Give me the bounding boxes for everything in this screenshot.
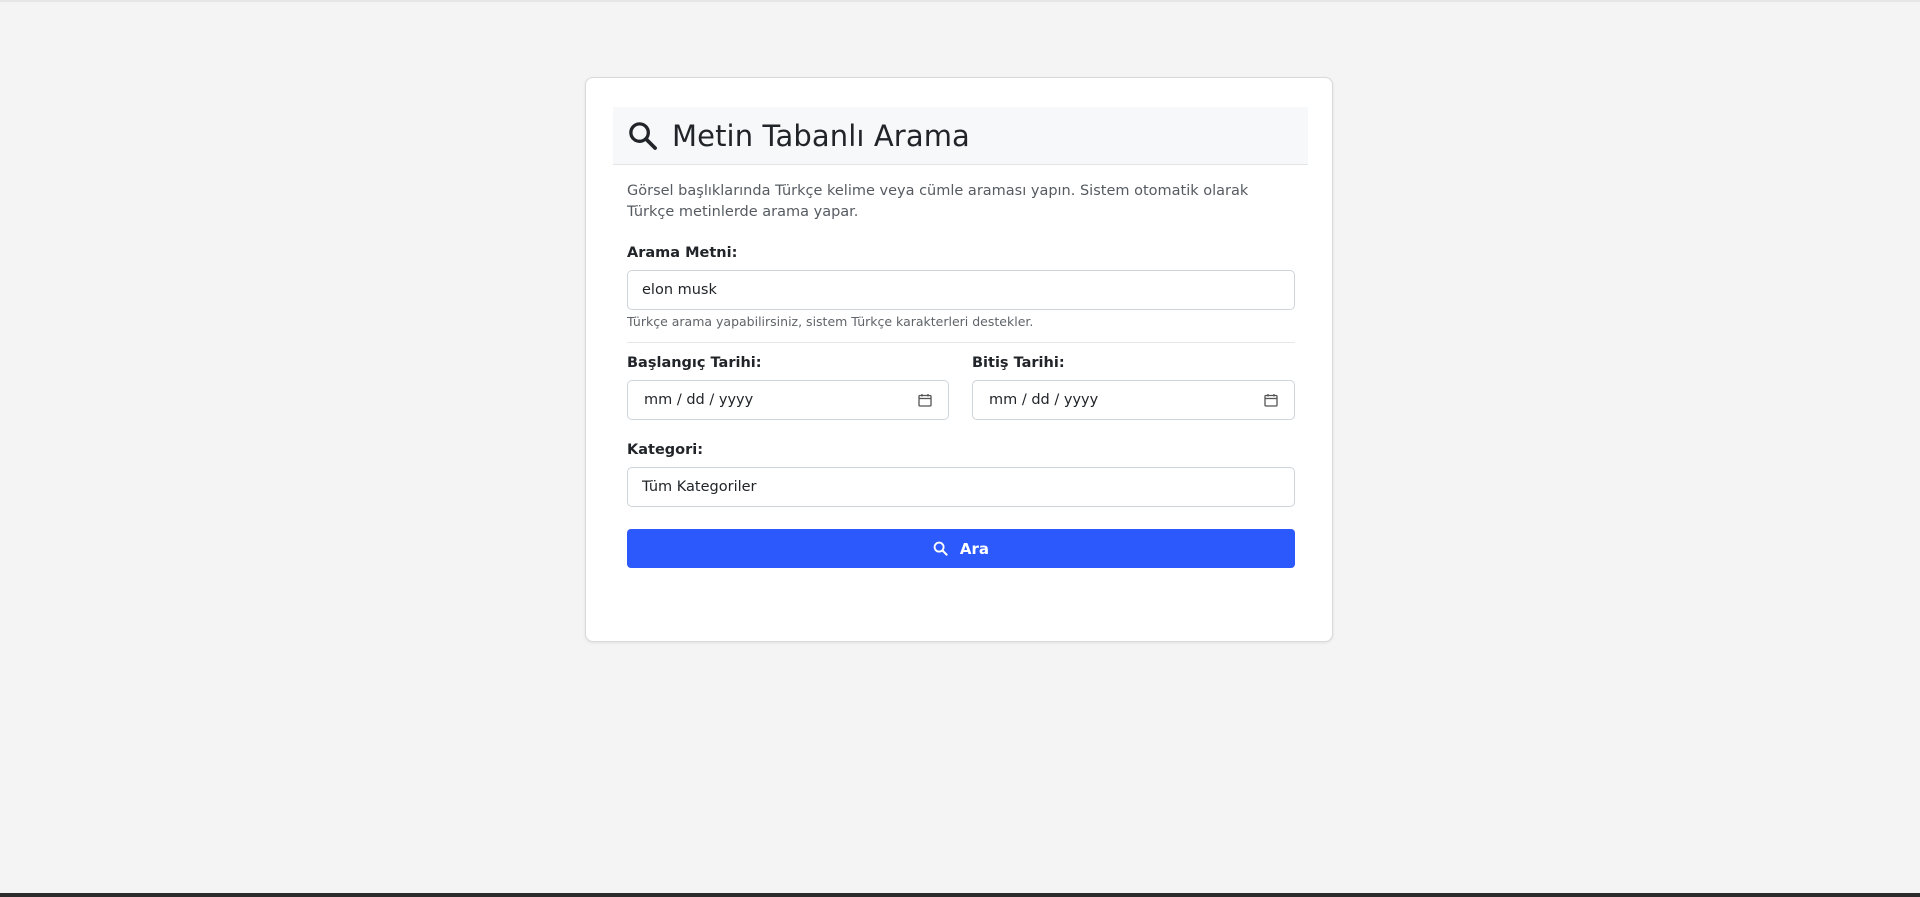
calendar-icon[interactable] <box>918 393 932 407</box>
category-select[interactable]: Tüm Kategoriler <box>627 467 1295 507</box>
end-date-input[interactable]: mm / dd / yyyy <box>972 380 1295 420</box>
category-selected-value: Tüm Kategoriler <box>642 479 757 495</box>
category-label: Kategori: <box>627 442 704 458</box>
search-icon <box>933 541 948 556</box>
search-help-text: Türkçe arama yapabilirsiniz, sistem Türk… <box>627 314 1034 329</box>
start-date-label: Başlangıç Tarihi: <box>627 355 762 371</box>
search-input[interactable]: elon musk <box>627 270 1295 310</box>
category-group: Kategori: Tüm Kategoriler <box>627 442 1295 507</box>
search-button-label: Ara <box>959 539 990 558</box>
search-group: Arama Metni: elon musk Türkçe arama yapa… <box>627 245 1295 329</box>
bottom-edge <box>0 893 1920 897</box>
search-button[interactable]: Ara <box>627 529 1295 568</box>
card-body: Görsel başlıklarında Türkçe kelime veya … <box>627 181 1295 568</box>
end-date-label: Bitiş Tarihi: <box>972 355 1065 371</box>
divider <box>627 342 1295 343</box>
page-title: Metin Tabanlı Arama <box>672 118 970 153</box>
start-date-group: Başlangıç Tarihi: mm / dd / yyyy <box>627 355 949 420</box>
top-edge <box>0 0 1920 2</box>
start-date-placeholder: mm / dd / yyyy <box>644 392 754 408</box>
calendar-icon[interactable] <box>1264 393 1278 407</box>
search-input-value: elon musk <box>642 282 717 298</box>
search-card: Metin Tabanlı Arama Görsel başlıklarında… <box>585 77 1333 642</box>
date-row: Başlangıç Tarihi: mm / dd / yyyy Bitiş T… <box>627 355 1295 420</box>
start-date-input[interactable]: mm / dd / yyyy <box>627 380 949 420</box>
search-label: Arama Metni: <box>627 245 738 261</box>
end-date-group: Bitiş Tarihi: mm / dd / yyyy <box>972 355 1295 420</box>
card-header: Metin Tabanlı Arama <box>613 107 1308 165</box>
end-date-placeholder: mm / dd / yyyy <box>989 392 1099 408</box>
search-icon <box>629 122 657 150</box>
description-text: Görsel başlıklarında Türkçe kelime veya … <box>627 183 1249 220</box>
